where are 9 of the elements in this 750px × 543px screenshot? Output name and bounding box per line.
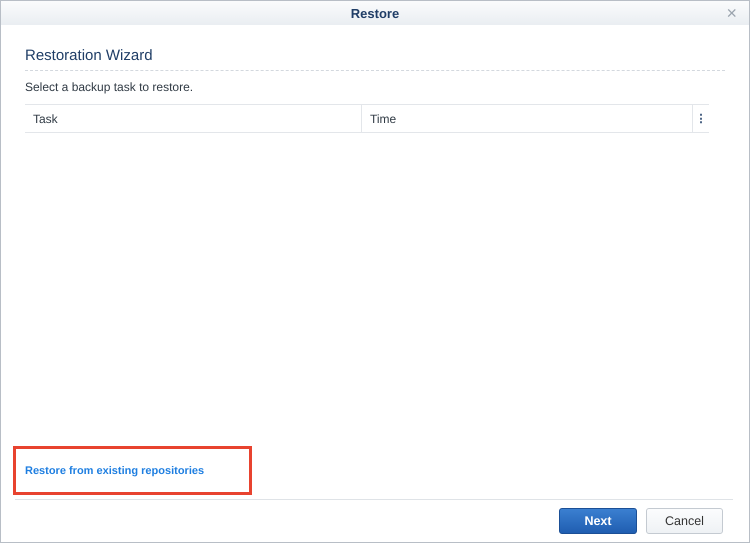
restore-link[interactable]: Restore from existing repositories xyxy=(25,464,204,476)
next-button[interactable]: Next xyxy=(559,508,637,534)
column-header[interactable]: Task xyxy=(25,105,362,132)
column-header[interactable]: Time xyxy=(362,105,693,132)
column-menu-button[interactable]: ⋮ xyxy=(693,105,709,132)
wizard-title: Restoration Wizard xyxy=(25,47,725,71)
cancel-button[interactable]: Cancel xyxy=(646,508,723,534)
window-title: Restore xyxy=(350,6,400,20)
instruction-text: Select a backup task to restore. xyxy=(25,80,194,94)
